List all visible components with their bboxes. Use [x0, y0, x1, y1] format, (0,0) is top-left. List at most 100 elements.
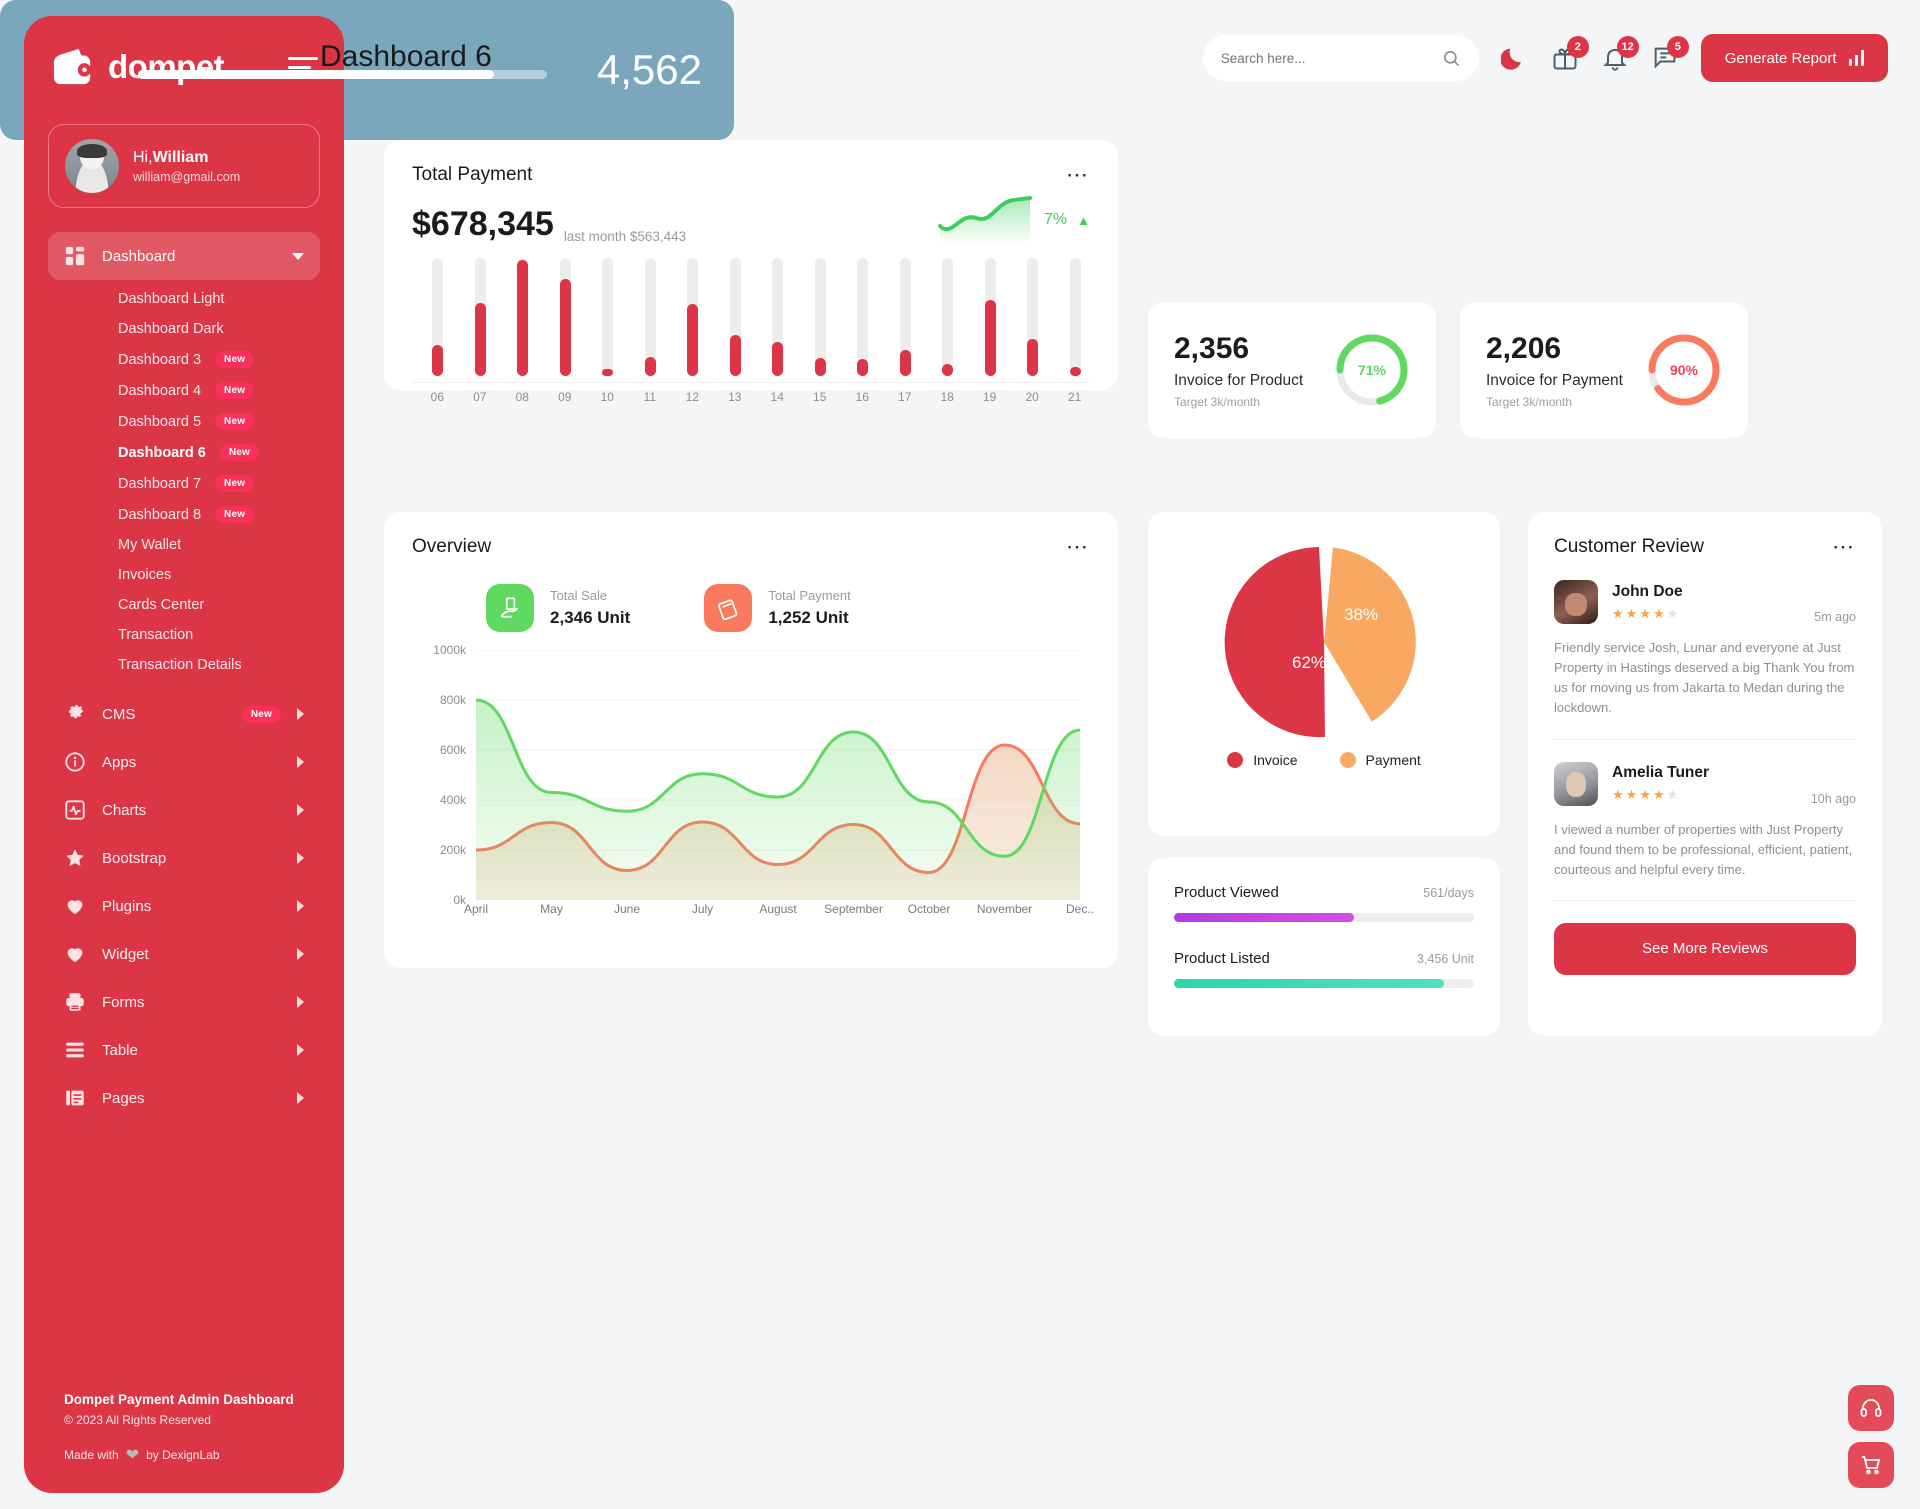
sidebar-item-label: Plugins: [102, 897, 152, 915]
legend-label: Invoice: [1253, 752, 1298, 768]
new-badge: New: [215, 413, 255, 430]
sidebar-subitem-dashboard-7[interactable]: Dashboard 7 New: [24, 468, 344, 499]
progress-name: Product Listed: [1174, 950, 1270, 967]
axis-tick-label: 10: [600, 390, 614, 404]
bar-fill: [729, 334, 741, 376]
bar-fill: [1027, 339, 1039, 376]
table-icon: [66, 1042, 84, 1058]
sidebar-groups: CMS New Apps Charts Bootstrap Plugins Widget Fo…: [24, 690, 344, 1122]
review-text: I viewed a number of properties with Jus…: [1554, 821, 1853, 877]
search-icon[interactable]: [1442, 49, 1461, 68]
brand-row: dompet: [24, 16, 344, 96]
sidebar-item-bootstrap[interactable]: Bootstrap: [48, 834, 320, 882]
review-item: Amelia Tuner ★★★★★ 10h ago I viewed a nu…: [1554, 761, 1856, 901]
invoice-target: Target 3k/month: [1174, 394, 1261, 409]
x-axis-label: Dec..: [1065, 902, 1095, 916]
footer-made-with: Made with ❤ by DexignLab: [64, 1445, 304, 1465]
bell-badge: 12: [1616, 36, 1639, 58]
sidebar-subitem-transaction-details[interactable]: Transaction Details: [24, 650, 344, 680]
axis-tick-label: 20: [1025, 390, 1039, 404]
user-profile[interactable]: Hi,William william@gmail.com: [48, 124, 320, 208]
generate-report-button[interactable]: Generate Report: [1700, 34, 1888, 82]
bar-track: [1069, 258, 1081, 376]
review-time: 10h ago: [1810, 791, 1856, 806]
moon-icon[interactable]: [1500, 44, 1529, 72]
new-badge: New: [241, 705, 281, 723]
sidebar-subitem-cards-center[interactable]: Cards Center: [24, 590, 344, 620]
pie-legend: Invoice Payment: [1148, 752, 1500, 768]
sidebar-item-charts[interactable]: Charts: [48, 786, 320, 834]
progress-track: [1174, 913, 1474, 922]
axis-tick-label: 08: [515, 390, 529, 404]
sidebar-item-forms[interactable]: Forms: [48, 978, 320, 1026]
sidebar-subitem-transaction[interactable]: Transaction: [24, 620, 344, 650]
summary-progress-fill: [138, 69, 494, 79]
profile-email: william@gmail.com: [133, 169, 241, 184]
total-payment-card: Total Payment ⋯ $678,345 last month $563…: [384, 140, 1118, 404]
sidebar-subitem-dashboard-6[interactable]: Dashboard 6 New: [24, 437, 344, 468]
sidebar-menu: Dashboard Dashboard Light Dashboard Dark D…: [24, 232, 344, 1122]
review-time: 5m ago: [1814, 610, 1856, 624]
bar-fill: [942, 364, 954, 376]
sidebar-item-dashboard[interactable]: Dashboard: [48, 232, 320, 280]
avatar: [1554, 761, 1598, 806]
x-axis-label: October: [907, 902, 951, 916]
sidebar-subitem-label: Dashboard 5: [118, 413, 202, 430]
legend-item-invoice: Invoice: [1227, 752, 1298, 768]
sidebar-subitem-dashboard-dark[interactable]: Dashboard Dark: [24, 314, 344, 344]
overview-area-chart: 0k 200k 400k 600k 800k 1000k: [433, 643, 1080, 907]
axis-tick-label: 06: [430, 390, 445, 404]
sidebar-item-label: Table: [102, 1041, 138, 1059]
axis-tick-label: 17: [898, 390, 912, 404]
sidebar-item-apps[interactable]: Apps: [48, 738, 320, 786]
sidebar-item-widget[interactable]: Widget: [48, 930, 320, 978]
new-badge: New: [219, 444, 260, 461]
bar-fill: [1069, 366, 1081, 376]
message-icon[interactable]: 5: [1651, 36, 1689, 72]
invoice-target: Target 3k/month: [1486, 394, 1573, 409]
search-input[interactable]: [1220, 50, 1442, 66]
sidebar-item-label: Widget: [102, 945, 149, 963]
profile-name: William: [152, 148, 209, 166]
chevron-right-icon: [297, 948, 304, 960]
sidebar-item-pages[interactable]: Pages: [48, 1074, 320, 1122]
total-payment-amount: $678,345: [412, 205, 554, 243]
sidebar-subitem-my-wallet[interactable]: My Wallet: [24, 530, 344, 560]
bar-fill: [899, 350, 911, 376]
chevron-right-icon: [297, 900, 304, 912]
message-badge: 5: [1666, 36, 1689, 58]
axis-tick-label: 14: [770, 390, 784, 404]
bar-fill: [687, 304, 699, 376]
card-options-icon[interactable]: ⋯: [1066, 536, 1090, 558]
invoice-label: Invoice for Product: [1174, 371, 1304, 389]
overview-stat-label: Total Sale: [550, 588, 608, 603]
overview-stat-value: 2,346 Unit: [550, 608, 631, 627]
see-more-reviews-button[interactable]: See More Reviews: [1554, 922, 1856, 975]
sidebar-subitem-dashboard-4[interactable]: Dashboard 4 New: [24, 375, 344, 406]
gift-icon[interactable]: 2: [1551, 36, 1589, 72]
printer-icon: [66, 993, 84, 1011]
payment-bar-chart: [412, 258, 1090, 376]
sidebar-subitem-label: Dashboard 4: [118, 382, 202, 399]
sidebar-subitem-dashboard-light[interactable]: Dashboard Light: [24, 284, 344, 314]
bell-icon[interactable]: 12: [1601, 36, 1639, 72]
sidebar-subitem-label: Dashboard Light: [118, 291, 225, 307]
support-headset-icon[interactable]: [1848, 1385, 1894, 1431]
overview-stat-total-sale: Total Sale 2,346 Unit: [486, 584, 630, 632]
search-box[interactable]: [1202, 35, 1479, 81]
heart-icon: ❤: [125, 1447, 140, 1464]
sidebar-subitem-invoices[interactable]: Invoices: [24, 560, 344, 590]
sidebar-subitem-label: Cards Center: [118, 597, 205, 613]
card-options-icon[interactable]: ⋯: [1066, 164, 1090, 186]
card-options-icon[interactable]: ⋯: [1832, 536, 1856, 558]
sidebar-item-plugins[interactable]: Plugins: [48, 882, 320, 930]
x-axis-label: May: [540, 902, 563, 916]
sidebar-subitem-dashboard-5[interactable]: Dashboard 5 New: [24, 406, 344, 437]
sidebar-item-table[interactable]: Table: [48, 1026, 320, 1074]
sidebar-subitem-dashboard-8[interactable]: Dashboard 8 New: [24, 499, 344, 530]
sidebar-subitem-dashboard-3[interactable]: Dashboard 3 New: [24, 344, 344, 375]
pie-slice-label-payment: 38%: [1344, 605, 1378, 624]
progress-meta: 3,456 Unit: [1417, 952, 1474, 966]
sidebar-item-cms[interactable]: CMS New: [48, 690, 320, 738]
cart-icon[interactable]: [1848, 1442, 1894, 1488]
